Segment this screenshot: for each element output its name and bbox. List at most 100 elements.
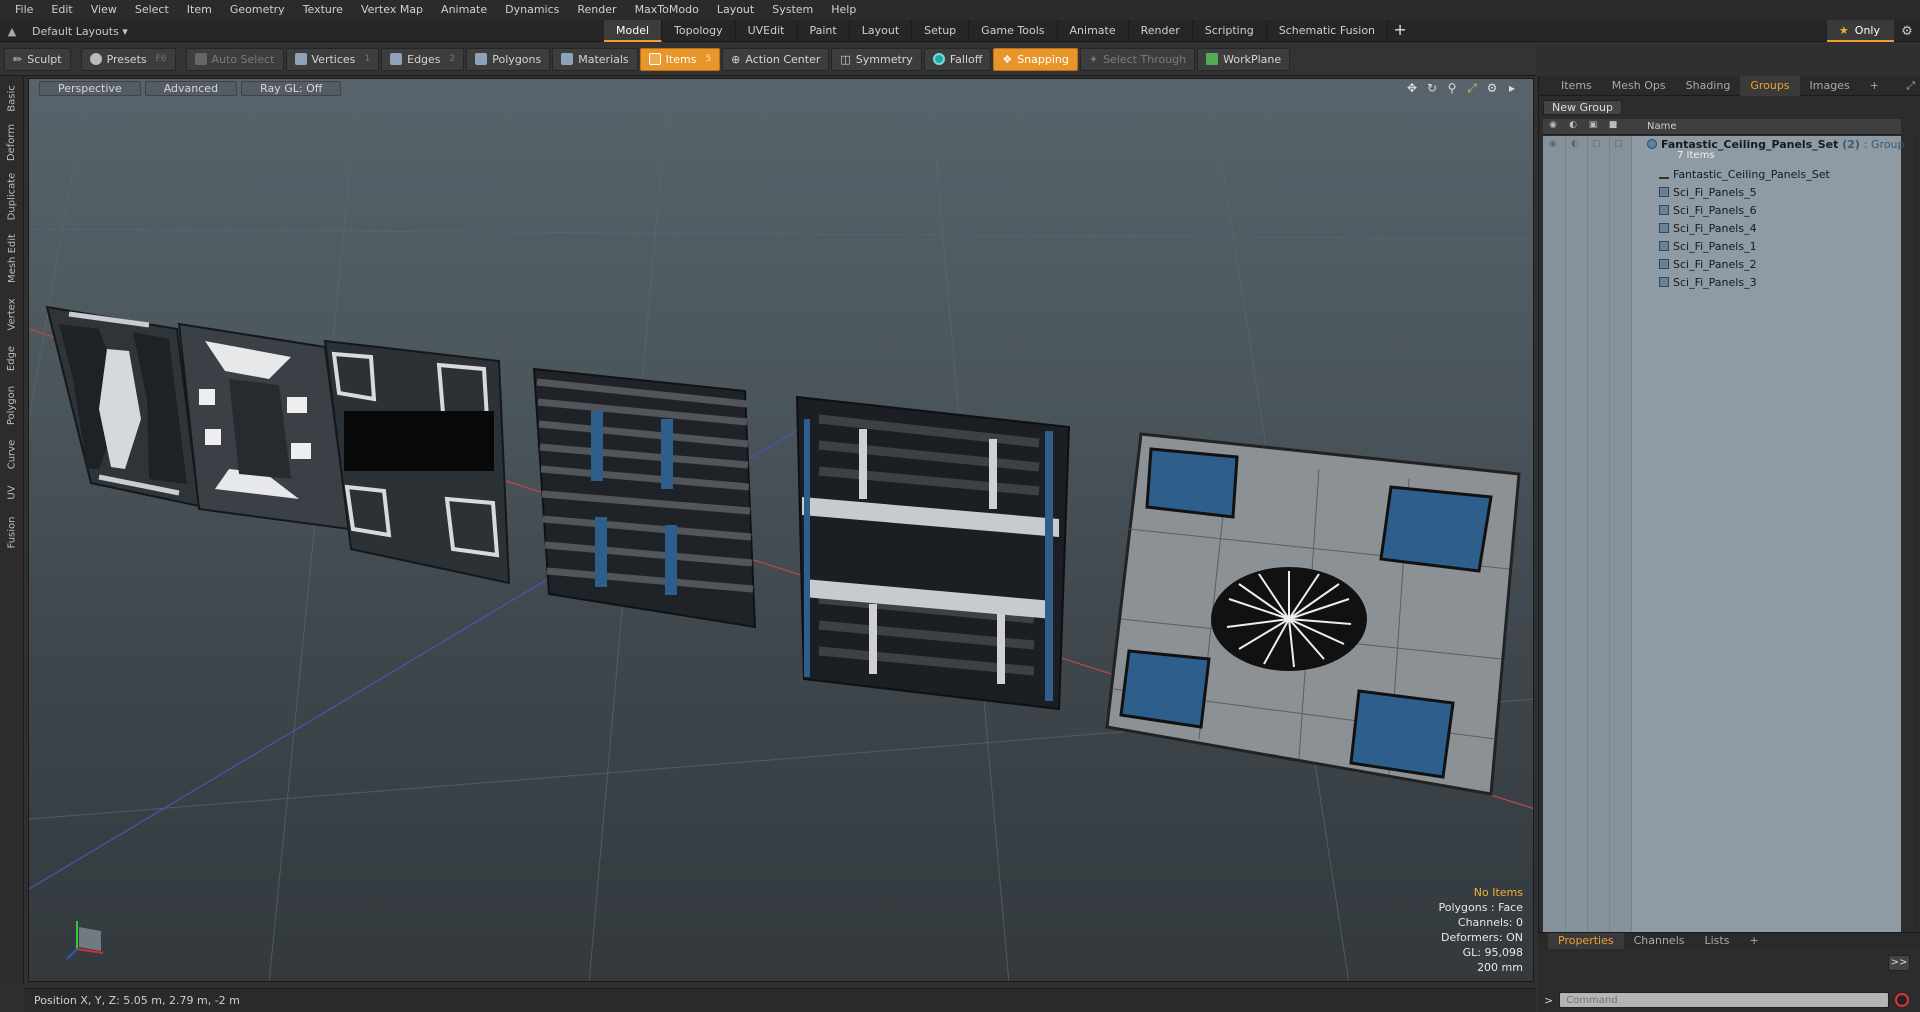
- left-tab-duplicate[interactable]: Duplicate: [0, 168, 24, 224]
- expand-arrow-icon[interactable]: ▸: [1505, 81, 1519, 96]
- name-column-header[interactable]: Name: [1647, 121, 1677, 132]
- panel-3[interactable]: [323, 339, 511, 585]
- select-col-icon[interactable]: ■: [1605, 120, 1621, 130]
- sculpt-button[interactable]: ✏ Sculpt: [4, 47, 71, 71]
- menu-item[interactable]: Item: [178, 0, 221, 20]
- vertices-button[interactable]: Vertices 1: [285, 47, 380, 71]
- menu-vertex-map[interactable]: Vertex Map: [352, 0, 432, 20]
- panel-5[interactable]: [795, 395, 1071, 711]
- left-tab-mesh-edit[interactable]: Mesh Edit: [0, 228, 24, 288]
- menu-render[interactable]: Render: [568, 0, 625, 20]
- panel-4[interactable]: [532, 367, 757, 629]
- tab-mesh-ops[interactable]: Mesh Ops: [1602, 76, 1676, 96]
- panel-2[interactable]: [177, 322, 351, 531]
- group-render-icon[interactable]: ◐: [1571, 139, 1579, 149]
- left-tab-uv[interactable]: UV: [0, 478, 24, 506]
- render-col-icon[interactable]: ◐: [1565, 120, 1581, 130]
- groups-scrollbar[interactable]: [1913, 136, 1918, 996]
- add-panel-tab-icon[interactable]: +: [1860, 76, 1889, 96]
- 3d-viewport[interactable]: Perspective Advanced Ray GL: Off ✥ ↻ ⚲ ⤢…: [28, 78, 1534, 982]
- new-group-button[interactable]: New Group: [1543, 100, 1622, 115]
- menu-maxtomodo[interactable]: MaxToModo: [626, 0, 708, 20]
- action-center-button[interactable]: ⊕ Action Center: [722, 47, 830, 71]
- group-visibility-icon[interactable]: ◉: [1549, 139, 1557, 149]
- left-tab-polygon[interactable]: Polygon: [0, 380, 24, 430]
- left-tab-vertex[interactable]: Vertex: [0, 292, 24, 336]
- layout-toggle-icon[interactable]: ▲: [6, 25, 18, 38]
- list-item[interactable]: Sci_Fi_Panels_3: [1543, 274, 1901, 292]
- add-tab-icon[interactable]: +: [1388, 20, 1412, 42]
- menu-geometry[interactable]: Geometry: [221, 0, 294, 20]
- visibility-col-icon[interactable]: ◉: [1545, 120, 1561, 130]
- command-input[interactable]: [1559, 992, 1890, 1008]
- tab-images[interactable]: Images: [1800, 76, 1860, 96]
- snapping-button[interactable]: ❖ Snapping: [993, 47, 1078, 71]
- edges-button[interactable]: Edges 2: [381, 47, 465, 71]
- tab-topology[interactable]: Topology: [662, 20, 736, 42]
- tab-layout[interactable]: Layout: [850, 20, 913, 42]
- panel-expand-icon[interactable]: ⤢: [1906, 79, 1915, 93]
- left-tab-deform[interactable]: Deform: [0, 120, 24, 164]
- menu-view[interactable]: View: [82, 0, 126, 20]
- fit-icon[interactable]: ⤢: [1465, 81, 1479, 96]
- menu-dynamics[interactable]: Dynamics: [496, 0, 568, 20]
- only-button[interactable]: ★ Only: [1826, 20, 1894, 42]
- layout-dropdown[interactable]: Default Layouts ▾: [32, 25, 128, 38]
- left-tab-curve[interactable]: Curve: [0, 434, 24, 474]
- tab-schematic-fusion[interactable]: Schematic Fusion: [1267, 20, 1389, 42]
- menu-file[interactable]: File: [6, 0, 42, 20]
- add-properties-tab-icon[interactable]: +: [1739, 933, 1768, 949]
- lock-col-icon[interactable]: ▣: [1585, 120, 1601, 130]
- pan-icon[interactable]: ✥: [1405, 81, 1419, 96]
- list-item[interactable]: Sci_Fi_Panels_1: [1543, 238, 1901, 256]
- group-lock-icon[interactable]: □: [1592, 139, 1601, 149]
- tab-channels[interactable]: Channels: [1624, 933, 1695, 949]
- list-item[interactable]: Sci_Fi_Panels_6: [1543, 202, 1901, 220]
- items-button[interactable]: Items 5: [639, 47, 721, 71]
- falloff-button[interactable]: Falloff: [923, 47, 992, 71]
- list-item[interactable]: Sci_Fi_Panels_2: [1543, 256, 1901, 274]
- menu-help[interactable]: Help: [822, 0, 865, 20]
- tab-scripting[interactable]: Scripting: [1193, 20, 1267, 42]
- list-item[interactable]: Fantastic_Ceiling_Panels_Set: [1543, 166, 1901, 184]
- panel-6[interactable]: [1105, 432, 1521, 796]
- materials-button[interactable]: Materials: [552, 47, 638, 71]
- tab-lists[interactable]: Lists: [1695, 933, 1740, 949]
- tab-groups[interactable]: Groups: [1740, 75, 1800, 96]
- raygl-button[interactable]: Ray GL: Off: [241, 80, 342, 96]
- tab-model[interactable]: Model: [604, 20, 663, 42]
- zoom-icon[interactable]: ⚲: [1445, 81, 1459, 96]
- menu-layout[interactable]: Layout: [708, 0, 763, 20]
- shading-mode-button[interactable]: Advanced: [144, 80, 238, 96]
- rotate-icon[interactable]: ↻: [1425, 81, 1439, 96]
- menu-animate[interactable]: Animate: [432, 0, 496, 20]
- viewport-scene[interactable]: [29, 79, 1534, 982]
- left-tab-edge[interactable]: Edge: [0, 340, 24, 376]
- left-tab-basic[interactable]: Basic: [0, 80, 24, 116]
- menu-select[interactable]: Select: [126, 0, 178, 20]
- list-item[interactable]: Sci_Fi_Panels_5: [1543, 184, 1901, 202]
- panel-1[interactable]: [45, 305, 201, 508]
- symmetry-button[interactable]: ◫ Symmetry: [831, 47, 922, 71]
- tab-paint[interactable]: Paint: [798, 20, 850, 42]
- select-through-button[interactable]: ✦ Select Through: [1079, 47, 1196, 71]
- polygons-button[interactable]: Polygons: [466, 47, 551, 71]
- tab-shading[interactable]: Shading: [1676, 76, 1741, 96]
- tab-items[interactable]: Items: [1551, 76, 1602, 96]
- tab-animate[interactable]: Animate: [1058, 20, 1129, 42]
- list-item[interactable]: Sci_Fi_Panels_4: [1543, 220, 1901, 238]
- tab-game-tools[interactable]: Game Tools: [969, 20, 1058, 42]
- group-select-icon[interactable]: □: [1614, 139, 1623, 149]
- workplane-button[interactable]: WorkPlane: [1197, 47, 1291, 71]
- presets-button[interactable]: Presets F6: [80, 47, 176, 71]
- menu-texture[interactable]: Texture: [294, 0, 352, 20]
- auto-select-button[interactable]: Auto Select: [185, 47, 284, 71]
- record-macro-icon[interactable]: [1895, 993, 1910, 1007]
- tab-setup[interactable]: Setup: [912, 20, 970, 42]
- expand-properties-icon[interactable]: >>: [1888, 955, 1910, 971]
- tab-properties[interactable]: Properties: [1548, 933, 1624, 949]
- tab-uvedit[interactable]: UVEdit: [736, 20, 798, 42]
- view-mode-button[interactable]: Perspective: [39, 80, 141, 96]
- menu-system[interactable]: System: [763, 0, 822, 20]
- gear-icon[interactable]: ⚙: [1894, 24, 1920, 39]
